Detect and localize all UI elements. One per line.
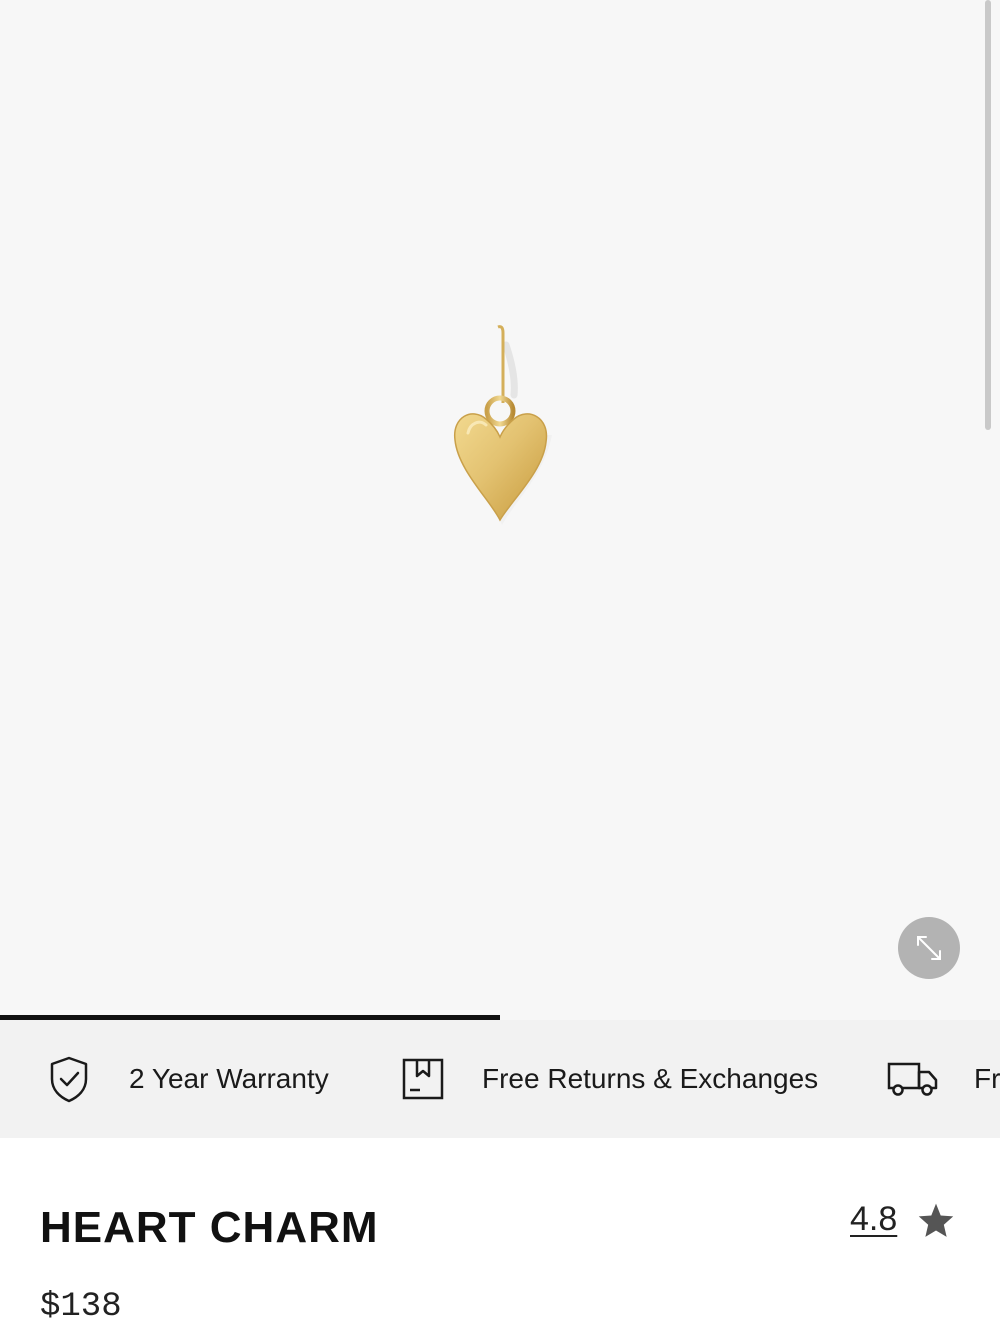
benefit-shipping: Fr xyxy=(886,1020,1000,1138)
benefit-warranty: 2 Year Warranty xyxy=(48,1020,329,1138)
heart-charm-image xyxy=(454,324,552,525)
benefit-label: Fr xyxy=(974,1063,1000,1094)
product-rating[interactable]: 4.8 xyxy=(850,1200,955,1239)
scrollbar[interactable] xyxy=(985,0,991,430)
benefit-label: 2 Year Warranty xyxy=(129,1063,329,1094)
benefits-bar: 2 Year Warranty Free Returns & Exchanges… xyxy=(0,1020,1000,1138)
product-title: HEART CHARM xyxy=(40,1203,379,1252)
expand-image-button[interactable] xyxy=(898,917,960,979)
product-image-gallery[interactable] xyxy=(0,0,1000,1016)
shield-check-icon xyxy=(48,1055,90,1103)
benefit-label: Free Returns & Exchanges xyxy=(482,1063,819,1094)
product-price: $138 xyxy=(40,1288,122,1326)
return-box-icon xyxy=(400,1056,446,1102)
delivery-truck-icon xyxy=(886,1059,940,1099)
star-icon xyxy=(917,1202,955,1238)
rating-value-link[interactable]: 4.8 xyxy=(850,1200,897,1239)
benefit-returns: Free Returns & Exchanges xyxy=(400,1020,818,1138)
expand-arrows-icon xyxy=(917,936,941,960)
